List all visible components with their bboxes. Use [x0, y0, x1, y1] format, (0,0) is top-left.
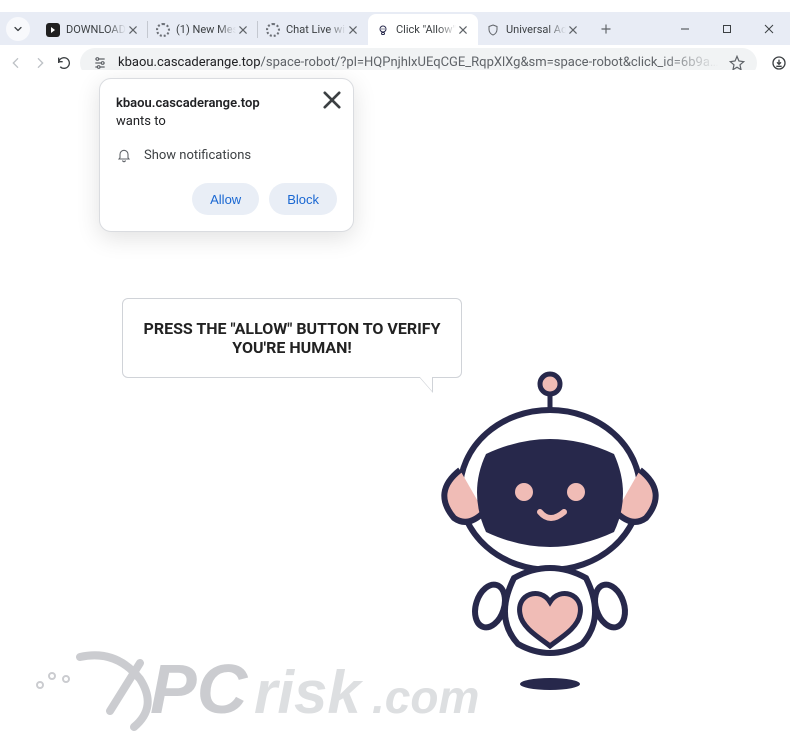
minimize-button[interactable] — [664, 12, 706, 45]
watermark-tld: .com — [372, 671, 479, 723]
tab-label: Chat Live with — [286, 23, 346, 36]
notification-permission-prompt: kbaou.cascaderange.top wants to Show not… — [99, 78, 354, 232]
tab-label: Universal Ad — [506, 23, 566, 36]
url-domain: kbaou.cascaderange.top — [118, 55, 261, 70]
permission-option-row: Show notifications — [116, 147, 337, 163]
close-icon[interactable] — [236, 23, 250, 37]
permission-actions: Allow Block — [116, 183, 337, 215]
watermark-pc: PC — [150, 650, 249, 728]
close-icon[interactable] — [323, 91, 341, 109]
url-path: /space-robot/?pl=HQPnjhlxUEqCGE_RqpXlXg&… — [261, 55, 719, 70]
speech-bubble: PRESS THE "ALLOW" BUTTON TO VERIFY YOU'R… — [122, 298, 462, 378]
tab-label: DOWNLOAD: — [66, 23, 126, 36]
bell-icon — [116, 147, 132, 163]
close-window-button[interactable] — [748, 12, 790, 45]
window-controls — [664, 12, 790, 45]
tab-universal-ad[interactable]: Universal Ad — [478, 14, 588, 45]
bubble-line2: YOU'RE HUMAN! — [232, 338, 351, 357]
tabs-container: DOWNLOAD: (1) New Mess Chat Live with Cl… — [38, 12, 588, 45]
close-icon[interactable] — [566, 23, 580, 37]
tab-search-button[interactable] — [6, 17, 30, 41]
tab-strip: DOWNLOAD: (1) New Mess Chat Live with Cl… — [0, 12, 790, 45]
permission-option-label: Show notifications — [144, 148, 251, 163]
permission-origin: kbaou.cascaderange.top — [116, 96, 260, 111]
permission-wants-to: wants to — [116, 114, 166, 129]
tab-new-message[interactable]: (1) New Mess — [148, 14, 258, 45]
maximize-button[interactable] — [706, 12, 748, 45]
loading-spinner-icon — [156, 23, 170, 37]
close-icon[interactable] — [126, 23, 140, 37]
watermark-risk: risk — [254, 659, 363, 726]
tab-label: Click "Allow" — [396, 23, 456, 36]
site-info-icon[interactable] — [92, 55, 108, 71]
permission-heading: kbaou.cascaderange.top wants to — [116, 95, 296, 131]
bubble-line1: PRESS THE "ALLOW" BUTTON TO VERIFY — [144, 319, 441, 338]
youtube-icon — [46, 23, 60, 37]
url-text: kbaou.cascaderange.top/space-robot/?pl=H… — [118, 55, 719, 70]
loading-spinner-icon — [266, 23, 280, 37]
robot-icon — [376, 23, 390, 37]
watermark-pcrisk: PC risk .com — [22, 641, 502, 731]
block-button[interactable]: Block — [269, 183, 337, 215]
tab-label: (1) New Mess — [176, 23, 236, 36]
tab-download[interactable]: DOWNLOAD: — [38, 14, 148, 45]
close-icon[interactable] — [456, 23, 470, 37]
window-titlebar — [0, 0, 790, 12]
allow-button[interactable]: Allow — [192, 183, 259, 215]
shield-icon — [486, 23, 500, 37]
new-tab-button[interactable] — [592, 15, 620, 43]
bookmark-star-icon[interactable] — [729, 55, 745, 71]
tab-chat-live[interactable]: Chat Live with — [258, 14, 368, 45]
tab-click-allow[interactable]: Click "Allow" — [368, 14, 478, 45]
close-icon[interactable] — [346, 23, 360, 37]
